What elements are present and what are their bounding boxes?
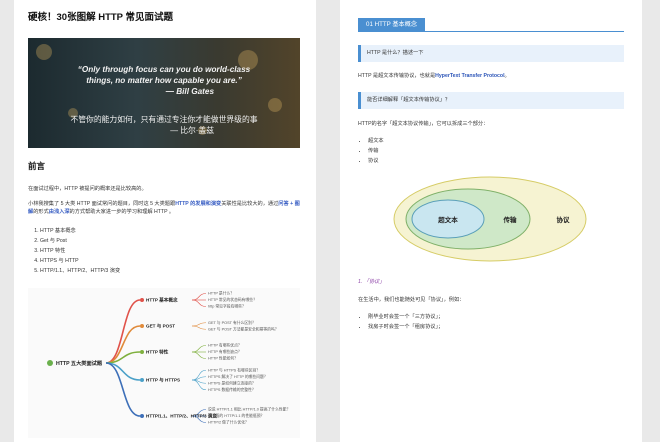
- mindmap: HTTP 基本概念 HTTP 是什么？ HTTP 常见的状态码有哪些？ http 常见…: [28, 288, 300, 438]
- mindmap-leaf-label: 说说 HTTP/1.1 相比 HTTP/1.0 提高了什么性能？: [208, 407, 290, 412]
- mindmap-links: [105, 293, 207, 423]
- parts-item: 传输: [368, 146, 384, 156]
- mindmap-leaf-link: [191, 325, 207, 330]
- mindmap-branch-icon: [140, 378, 144, 382]
- article-title: 硬核！30张图解 HTTP 常见面试题: [28, 12, 173, 23]
- mindmap-leaf-label: http 常见字段有哪些？: [208, 304, 246, 309]
- quote-banner: “Only through focus can you do world-cla…: [28, 38, 300, 148]
- toc-item: HTTP/1.1、HTTP/2、HTTP/3 演变: [40, 266, 120, 276]
- mindmap-branch-label: HTTP 与 HTTPS: [146, 377, 180, 384]
- answer-1: HTTP 是超文本传输协议，也就是HyperText Transfer Prot…: [358, 72, 624, 80]
- venn-outer-label: 协议: [557, 215, 571, 224]
- quote-author-en: — Bill Gates: [165, 87, 214, 96]
- question-box-1: HTTP 是什么？描述一下: [358, 45, 624, 62]
- mindmap-leaf-label: HTTP 是什么？: [208, 291, 234, 296]
- quote-author-cn: — 比尔·盖兹: [170, 126, 214, 135]
- venn-inner-label: 超文本: [437, 215, 458, 224]
- section-label: 01 HTTP 基本概念: [358, 18, 426, 31]
- mindmap-branch-label: HTTP/1.1、HTTP/2、HTTP/3 演变: [146, 413, 217, 420]
- quote-en-line: “Only through focus can you do world-cla…: [77, 65, 251, 74]
- intro-text: 小林我搜集了 5 大类 HTTP 面试常问的题目，同时这 5 大类题跟: [28, 201, 176, 207]
- intro-text: 关联性是比较大的，通过: [221, 201, 279, 207]
- intro-text: 的方式帮助大家进一步的学习和理解 HTTP 。: [69, 209, 175, 215]
- mindmap-leaf-link: [191, 345, 207, 353]
- mindmap-leaf-label: HTTP 有哪些缺点？: [208, 349, 242, 354]
- examples-list: 刚毕业时会签一个「三方协议」； 找房子时会签一个「租房协议」；: [358, 312, 443, 332]
- mindmap-leaf-link: [191, 351, 207, 359]
- answer-text: 。: [504, 73, 510, 79]
- section-heading: 前言: [28, 161, 46, 171]
- intro-text: 的形式: [33, 209, 49, 215]
- mindmap-leaf-label: HTTPS 解决了 HTTP 的哪些问题？: [208, 374, 268, 379]
- section-underline: [358, 31, 624, 32]
- mindmap-branch-label: HTTP 特性: [146, 349, 169, 356]
- mindmap-svg: HTTP 基本概念 HTTP 是什么？HTTP 常见的状态码有哪些？ http 常见…: [47, 291, 290, 425]
- answer-2: HTTP的名字「超文本协议传输」，它可以拆成三个部分：: [358, 121, 489, 127]
- left-page: 硬核！30张图解 HTTP 常见面试题 “Only through focus …: [14, 0, 316, 442]
- right-page: 01 HTTP 基本概念 HTTP 是什么？描述一下 HTTP 是超文本传输协议…: [340, 0, 642, 442]
- intro-paragraph-2: 小林我搜集了 5 大类 HTTP 面试常问的题目，同时这 5 大类题跟HTTP …: [28, 200, 300, 216]
- mindmap-branch-icon: [140, 414, 144, 418]
- intro-link[interactable]: HTTP 的发展和演变: [175, 201, 221, 207]
- answer-text: HTTP 是超文本传输协议，也就是: [358, 73, 436, 79]
- mindmap-leaf-label: GET 与 POST 有什么区别？: [208, 320, 256, 325]
- mindmap-leaf-label: HTTPS 数据传输的完整性？: [208, 387, 256, 392]
- toc-list: HTTP 基本概念 Get 与 Post HTTP 特性 HTTPS 与 HTT…: [28, 226, 120, 276]
- mindmap-leaf-label: HTTP 有哪些优点？: [208, 343, 242, 348]
- mindmap-root: HTTP 五大类面试题: [56, 359, 103, 367]
- mindmap-branch-link: [105, 299, 141, 364]
- parts-list: 超文本 传输 协议: [358, 136, 384, 166]
- mindmap-branch-label: GET 与 POST: [146, 323, 175, 330]
- venn-diagram: 超文本 传输 协议: [393, 176, 587, 262]
- examples-item: 刚毕业时会签一个「三方协议」；: [368, 312, 443, 322]
- mindmap-leaf-label: HTTP 性能如何？: [208, 356, 238, 361]
- mindmap-leaf-label: HTTPS 是如何建立连接的？: [208, 380, 256, 385]
- quote-en-line: things, no matter how capable you are.”: [86, 76, 242, 85]
- mindmap-leaf-label: HTTP 与 HTTPS 有哪些区别？: [208, 367, 260, 372]
- answer-highlight: HyperText Transfer Protocol: [435, 73, 505, 79]
- toc-item: HTTP 特性: [40, 246, 120, 256]
- quote-cn-line: 不管你的能力如何，只有通过专注你才能做世界级的事: [70, 115, 258, 124]
- mindmap-branch-icon: [140, 298, 144, 302]
- mindmap-branch-label: HTTP 基本概念: [146, 297, 178, 304]
- answer-3: 在生活中，我们也能随处可见「协议」，例如：: [358, 297, 465, 303]
- mindmap-leaf-label: GET 与 POST 方法都是安全和幂等的吗？: [208, 326, 279, 331]
- examples-item: 找房子时会签一个「租房协议」；: [368, 322, 443, 332]
- toc-item: HTTPS 与 HTTP: [40, 256, 120, 266]
- parts-item: 协议: [368, 156, 384, 166]
- question-box-2: 能否详细解释「超文本传输协议」？: [358, 92, 624, 109]
- mindmap-leaf-link: [191, 322, 207, 327]
- mindmap-leaf-link: [191, 293, 207, 301]
- toc-item: HTTP 基本概念: [40, 226, 120, 236]
- root-icon: [47, 360, 53, 366]
- quote-english: “Only through focus can you do world-cla…: [28, 64, 300, 97]
- parts-item: 超文本: [368, 136, 384, 146]
- mindmap-branch-icon: [140, 350, 144, 354]
- mindmap-leaf-link: [191, 299, 207, 307]
- mindmap-branch-icon: [140, 324, 144, 328]
- mindmap-nodes: HTTP 基本概念 HTTP 是什么？HTTP 常见的状态码有哪些？ http 常见…: [140, 291, 290, 425]
- intro-link[interactable]: 由浅入深: [49, 209, 70, 215]
- toc-item: Get 与 Post: [40, 236, 120, 246]
- mindmap-leaf-label: HTTP/2 做了什么优化？: [208, 420, 249, 425]
- quote-chinese: 不管你的能力如何，只有通过专注你才能做世界级的事 — 比尔·盖兹: [28, 114, 300, 136]
- mindmap-leaf-label: 那上面的 HTTP/1.1 的性能瓶颈？: [208, 413, 264, 418]
- mindmap-leaf-label: HTTP 常见的状态码有哪些？: [208, 297, 257, 302]
- numbered-heading: 1. 「协议」: [358, 279, 385, 285]
- venn-middle-label: 传输: [503, 215, 518, 224]
- intro-paragraph-1: 在面试过程中，HTTP 被提问的概率还是比较高的。: [28, 186, 147, 192]
